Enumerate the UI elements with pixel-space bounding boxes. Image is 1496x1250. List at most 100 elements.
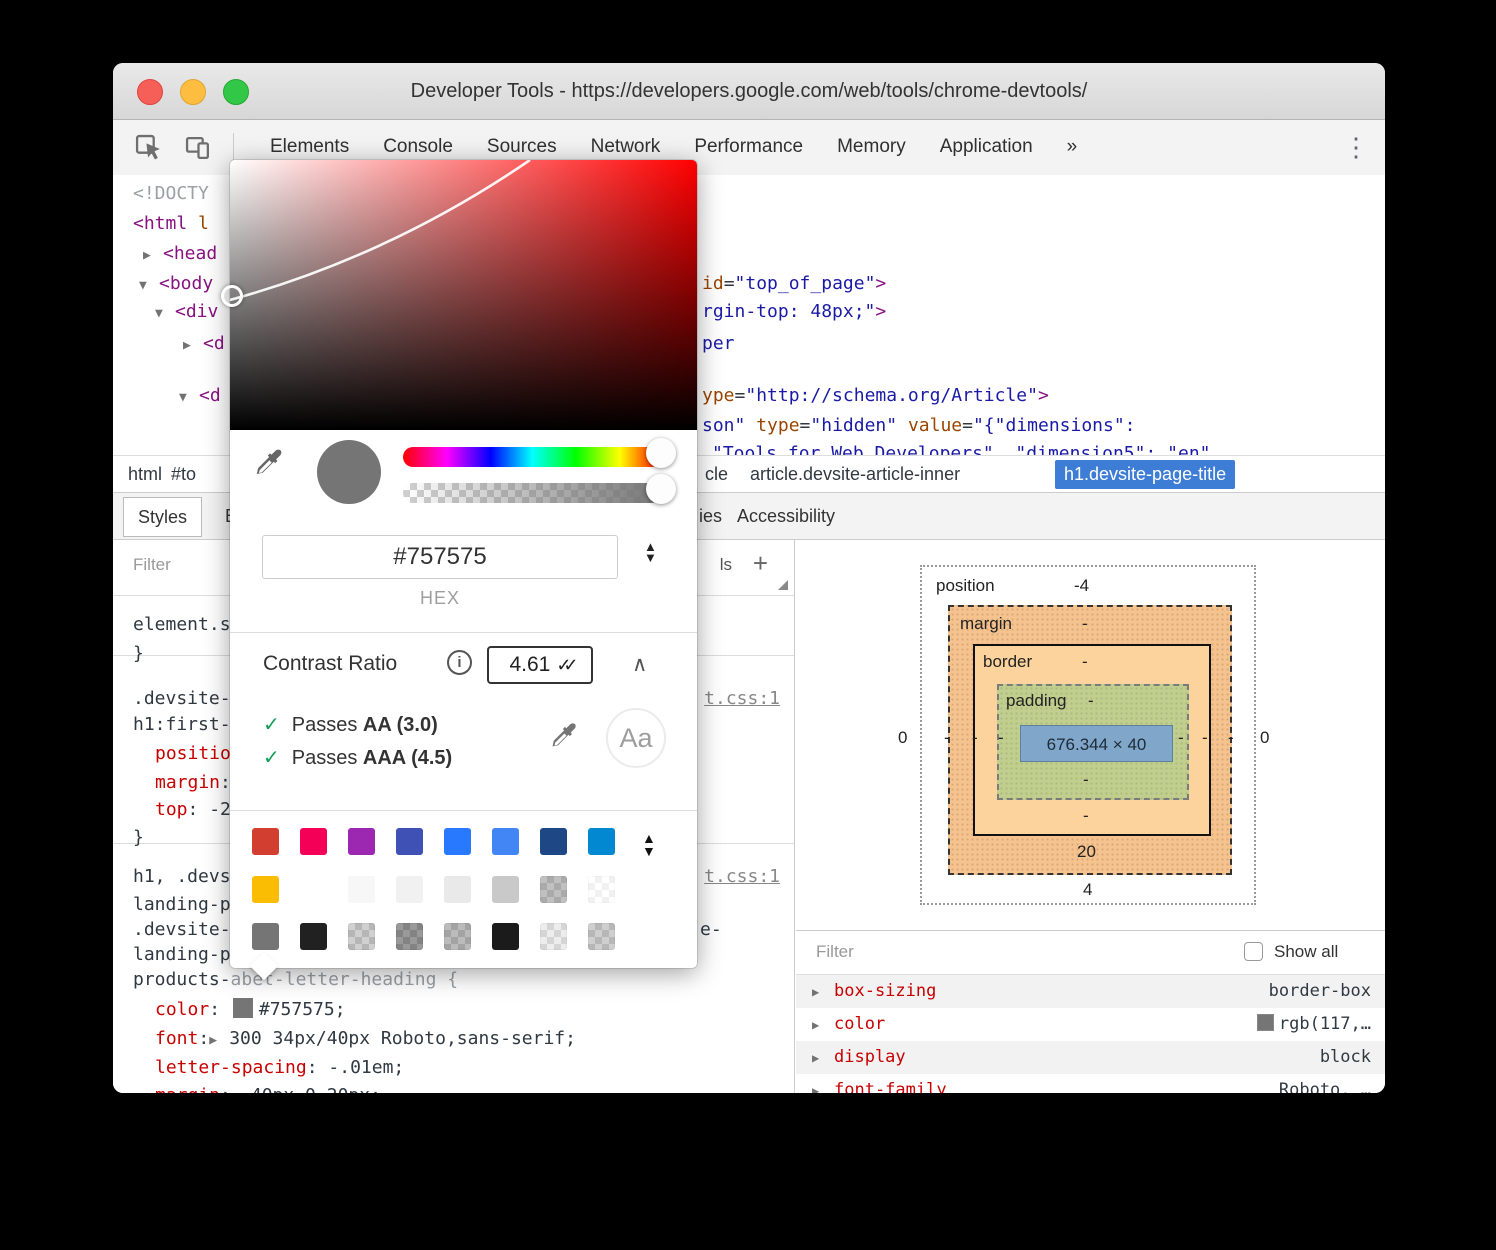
breadcrumb-item[interactable]: article.devsite-article-inner — [750, 460, 960, 489]
palette-swatch[interactable] — [348, 876, 375, 903]
breadcrumb-item[interactable]: h1.devsite-page-title — [1055, 460, 1235, 489]
palette-swatch[interactable] — [252, 828, 279, 855]
padding-bottom-value[interactable]: - — [1083, 770, 1089, 790]
current-color-swatch[interactable] — [317, 440, 381, 504]
computed-property-row[interactable]: ▶ color rgb(117,… — [796, 1008, 1385, 1041]
color-cursor-ring[interactable] — [221, 285, 243, 307]
expand-icon[interactable]: ▶ — [812, 976, 819, 1009]
palette-swatch[interactable] — [396, 828, 423, 855]
palette-swatch[interactable] — [396, 923, 423, 950]
palette-swatch[interactable] — [540, 876, 567, 903]
box-model-content[interactable]: 676.344 × 40 — [1020, 725, 1173, 762]
palette-swatch[interactable] — [252, 876, 279, 903]
sidebar-tab-ies[interactable]: ies — [699, 493, 722, 539]
margin-bottom-value[interactable]: 20 — [1077, 842, 1096, 862]
position-left-value[interactable]: 0 — [898, 728, 907, 748]
palette-swatch[interactable] — [396, 876, 423, 903]
toggle-class-button[interactable]: ls — [720, 555, 732, 575]
palette-swatch[interactable] — [492, 828, 519, 855]
palette-swatch[interactable] — [300, 828, 327, 855]
hue-slider-knob[interactable] — [646, 438, 676, 468]
palette-swatch[interactable] — [444, 828, 471, 855]
palette-swatch[interactable] — [540, 828, 567, 855]
tab-memory[interactable]: Memory — [820, 120, 923, 172]
alpha-slider-knob[interactable] — [646, 474, 676, 504]
picker-divider — [230, 810, 697, 811]
border-bottom-value[interactable]: - — [1083, 806, 1089, 826]
padding-right-value[interactable]: - — [1178, 728, 1184, 748]
computed-property-row[interactable]: ▶ display block — [796, 1041, 1385, 1074]
margin-right-value[interactable]: - — [1228, 728, 1234, 748]
palette-swatch[interactable] — [492, 876, 519, 903]
computed-property-value[interactable]: Roboto, … — [1279, 1074, 1371, 1093]
computed-property-value[interactable]: block — [1320, 1041, 1371, 1074]
margin-top-value[interactable]: - — [1082, 614, 1088, 634]
computed-property-row[interactable]: ▶ font-family Roboto, … — [796, 1074, 1385, 1093]
border-left-value[interactable]: - — [972, 728, 978, 748]
palette-swatch[interactable] — [252, 923, 279, 950]
saturation-value-gradient[interactable] — [230, 160, 697, 430]
breadcrumb-item[interactable]: html — [128, 460, 162, 489]
hex-format-label[interactable]: HEX — [262, 588, 618, 609]
breadcrumb-item[interactable]: cle — [705, 460, 728, 489]
computed-property-value[interactable]: rgb(117,… — [1257, 1008, 1371, 1041]
preview-text-icon[interactable]: Aa — [606, 708, 666, 768]
palette-swatch[interactable] — [444, 923, 471, 950]
computed-property-name[interactable]: box-sizing — [834, 975, 936, 1008]
computed-property-name[interactable]: color — [834, 1008, 885, 1041]
palette-swatch[interactable] — [588, 876, 615, 903]
padding-top-value[interactable]: - — [1088, 691, 1094, 711]
palette-swatch[interactable] — [492, 923, 519, 950]
more-options-icon[interactable]: ⋮ — [1343, 120, 1367, 175]
border-right-value[interactable]: - — [1202, 728, 1208, 748]
inline-color-swatch[interactable] — [233, 998, 253, 1018]
hex-input[interactable]: #757575 — [262, 535, 618, 579]
computed-property-value[interactable]: border-box — [1269, 975, 1371, 1008]
eyedropper-icon[interactable] — [252, 446, 286, 480]
tab-application[interactable]: Application — [923, 120, 1050, 172]
tab-[interactable]: » — [1050, 120, 1095, 172]
styles-filter-input[interactable]: Filter — [133, 555, 171, 575]
device-toolbar-icon[interactable] — [185, 134, 212, 161]
style-line: } — [133, 641, 144, 667]
computed-property-name[interactable]: display — [834, 1041, 906, 1074]
computed-filter-input[interactable]: Filter — [816, 942, 854, 962]
hex-spinner[interactable]: ▲▼ — [644, 541, 657, 563]
tab-performance[interactable]: Performance — [677, 120, 820, 172]
padding-left-value[interactable]: - — [998, 728, 1004, 748]
hue-slider[interactable] — [403, 447, 661, 467]
palette-swatch[interactable] — [300, 876, 327, 903]
palette-swatch[interactable] — [348, 923, 375, 950]
palette-swatch[interactable] — [588, 923, 615, 950]
position-right-value[interactable]: 0 — [1260, 728, 1269, 748]
computed-property-name[interactable]: font-family — [834, 1074, 947, 1093]
expand-icon[interactable]: ▶ — [812, 1009, 819, 1042]
palette-swatch[interactable] — [588, 828, 615, 855]
breadcrumb-item[interactable]: #to — [171, 460, 196, 489]
sidebar-tab-accessibility[interactable]: Accessibility — [737, 493, 835, 539]
palette-swatch[interactable] — [444, 876, 471, 903]
computed-property-row[interactable]: ▶ box-sizing border-box — [796, 975, 1385, 1008]
alpha-slider[interactable] — [403, 483, 661, 503]
contrast-ratio-value[interactable]: 4.61✓✓ — [487, 646, 593, 684]
expand-icon[interactable]: ▶ — [812, 1075, 819, 1093]
palette-spinner[interactable]: ▲▼ — [642, 832, 656, 857]
show-all-checkbox[interactable] — [1244, 942, 1263, 961]
contrast-eyedropper-icon[interactable] — [548, 720, 580, 752]
palette-swatch[interactable] — [348, 828, 375, 855]
box-model-margin[interactable]: 676.344 × 40 — [948, 605, 1232, 875]
palette-swatch[interactable] — [540, 923, 567, 950]
collapse-contrast-icon[interactable]: ∧ — [632, 652, 647, 677]
info-icon[interactable]: i — [447, 650, 472, 675]
box-model-border[interactable]: 676.344 × 40 — [973, 644, 1211, 836]
inspect-element-icon[interactable] — [135, 134, 162, 161]
sidebar-tab-styles[interactable]: Styles — [123, 497, 202, 537]
margin-left-value[interactable]: - — [944, 728, 950, 748]
palette-swatch[interactable] — [300, 923, 327, 950]
position-top-value[interactable]: -4 — [1074, 576, 1089, 596]
position-bottom-value[interactable]: 4 — [1083, 880, 1092, 900]
dom-line: ▼<div — [155, 299, 218, 325]
expand-icon[interactable]: ▶ — [812, 1042, 819, 1075]
border-top-value[interactable]: - — [1082, 652, 1088, 672]
new-style-rule-button[interactable]: + — [753, 548, 768, 579]
